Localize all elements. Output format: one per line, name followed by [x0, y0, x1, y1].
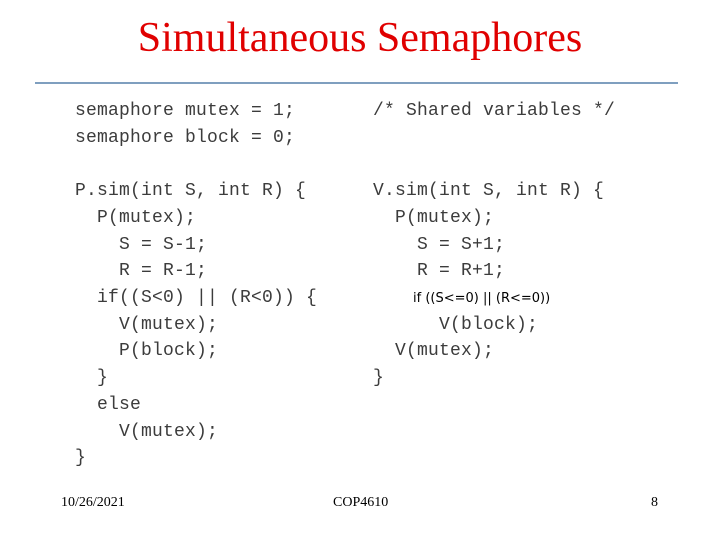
vsim-line: S = S+1; — [373, 235, 506, 255]
psim-line: R = R-1; — [75, 261, 208, 281]
decl-block: semaphore block = 0; — [75, 128, 296, 148]
psim-line: } — [75, 368, 109, 388]
vsim-line: P(mutex); — [373, 208, 495, 228]
psim-line: S = S-1; — [75, 235, 208, 255]
psim-line: P(block); — [75, 341, 219, 361]
vsim-line: V(mutex); — [373, 341, 495, 361]
shared-variables-comment: /* Shared variables */ — [373, 101, 616, 121]
psim-line: P.sim(int S, int R) { — [75, 181, 307, 201]
inserted-condition: if ((S<=0) || (R<=0)) — [413, 291, 551, 306]
footer-course: COP4610 — [333, 495, 389, 510]
vsim-line: R = R+1; — [373, 261, 506, 281]
vsim-line: V.sim(int S, int R) { — [373, 181, 605, 201]
slide-title: Simultaneous Semaphores — [137, 15, 583, 61]
page-number: 8 — [651, 495, 658, 510]
psim-line: V(mutex); — [75, 422, 219, 442]
vsim-line: V(block); — [373, 315, 539, 335]
decl-mutex: semaphore mutex = 1; — [75, 101, 296, 121]
psim-line: } — [75, 448, 87, 468]
footer-date: 10/26/2021 — [61, 495, 125, 510]
psim-line: V(mutex); — [75, 315, 219, 335]
psim-line: else — [75, 395, 142, 415]
psim-line: P(mutex); — [75, 208, 197, 228]
title-divider — [35, 82, 678, 84]
psim-line: if((S<0) || (R<0)) { — [75, 288, 318, 308]
vsim-line: } — [373, 368, 385, 388]
